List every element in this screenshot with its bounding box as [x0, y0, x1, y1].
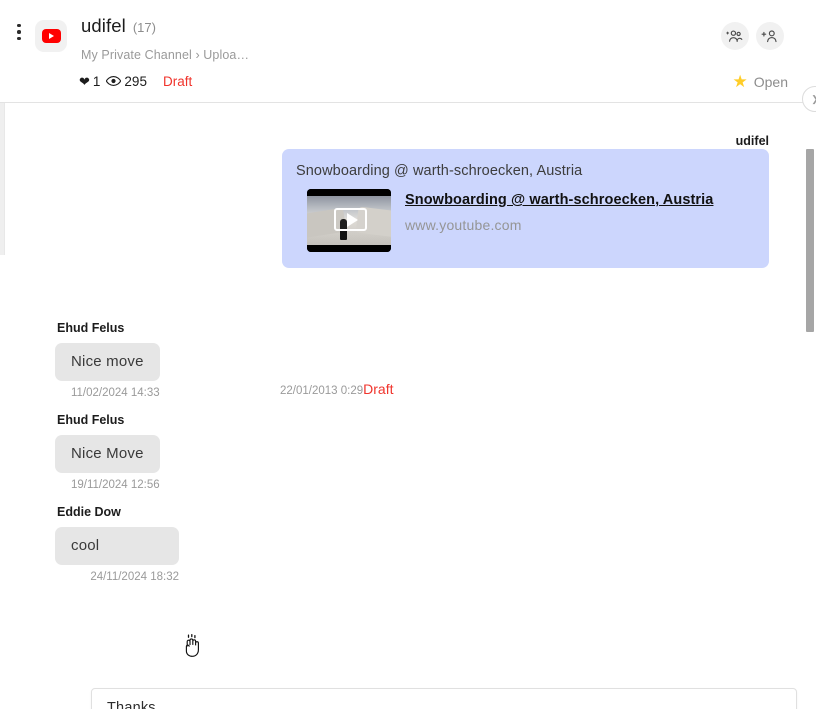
breadcrumb[interactable]: My Private Channel › Uploa… [81, 48, 249, 62]
message-sender-name: udifel [735, 134, 769, 148]
views-count: 295 [124, 74, 147, 89]
comment-bubble[interactable]: Nice move [55, 343, 160, 381]
left-edge-strip [0, 103, 5, 255]
link-preview-url: www.youtube.com [405, 217, 522, 233]
link-preview-title[interactable]: Snowboarding @ warth-schroecken, Austria [405, 192, 713, 208]
message-timestamp: 22/01/2013 0:29 [280, 385, 364, 397]
list-item: Ehud Felus Nice Move 19/11/2024 12:56 [55, 413, 160, 493]
heart-icon: ❤ [79, 74, 90, 89]
message-composer[interactable]: Thanks [91, 688, 797, 709]
comment-bubble[interactable]: cool [55, 527, 179, 565]
link-preview-meta: Snowboarding @ warth-schroecken, Austria… [405, 189, 713, 233]
star-icon: ★ [732, 72, 748, 91]
comment-bubble[interactable]: Nice Move [55, 435, 160, 473]
mouse-cursor [181, 633, 207, 663]
outgoing-message-meta: 22/01/2013 0:29 Draft [280, 381, 393, 397]
open-status-label: Open [753, 73, 788, 90]
add-person-button[interactable] [756, 22, 784, 50]
comment-author: Eddie Dow [57, 505, 121, 519]
youtube-icon [35, 20, 67, 52]
status-badge: Draft [162, 74, 193, 89]
page-title: udifel (17) [81, 15, 156, 37]
message-text: Snowboarding @ warth-schroecken, Austria [296, 163, 583, 179]
likes-count: 1 [92, 74, 101, 89]
composer-input[interactable]: Thanks [107, 700, 156, 709]
scrollbar-thumb[interactable] [806, 149, 814, 332]
outgoing-message-bubble[interactable]: Snowboarding @ warth-schroecken, Austria… [282, 149, 769, 268]
link-preview-card[interactable]: Snowboarding @ warth-schroecken, Austria… [296, 189, 755, 252]
post-stats: ❤ 1 295 Draft [79, 74, 192, 89]
message-status: Draft [363, 381, 394, 397]
comment-author: Ehud Felus [57, 321, 125, 335]
chat-panel: udifel (17) My Private Channel › Uploa… … [0, 0, 816, 709]
comment-timestamp: 24/11/2024 18:32 [90, 571, 179, 583]
kebab-menu-icon[interactable] [11, 20, 27, 44]
conversation-title: udifel [81, 15, 126, 36]
comment-timestamp: 11/02/2024 14:33 [70, 387, 160, 399]
conversation-count: (17) [132, 20, 156, 35]
message-list: udifel Snowboarding @ warth-schroecken, … [0, 103, 816, 709]
list-item: Ehud Felus Nice move 11/02/2024 14:33 [55, 321, 160, 401]
comment-author: Ehud Felus [57, 413, 125, 427]
video-thumbnail-play-icon[interactable] [307, 189, 391, 252]
likes-stat: ❤ 1 [79, 74, 100, 89]
list-item: Eddie Dow cool 24/11/2024 18:32 [55, 505, 179, 585]
open-status-toggle[interactable]: ★ Open [733, 73, 789, 90]
conversation-header: udifel (17) My Private Channel › Uploa… … [0, 0, 816, 112]
views-stat: 295 [106, 74, 147, 89]
add-group-button[interactable] [721, 22, 749, 50]
header-actions [721, 22, 784, 50]
comment-timestamp: 19/11/2024 12:56 [70, 479, 160, 491]
eye-icon [106, 75, 122, 88]
